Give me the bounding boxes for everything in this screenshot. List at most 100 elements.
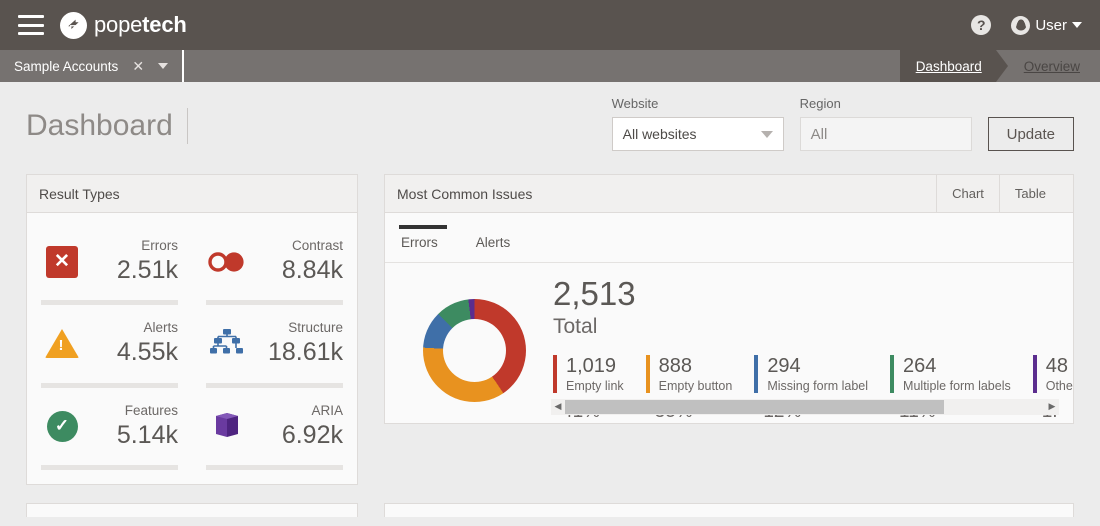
result-type-label: Features: [124, 402, 178, 418]
lower-panels-row: [0, 502, 1100, 517]
region-input[interactable]: All: [799, 117, 972, 151]
region-field: Region All: [799, 96, 972, 151]
result-type-label: Errors: [141, 238, 178, 253]
region-label: Region: [799, 96, 841, 111]
website-select-value: All websites: [622, 126, 697, 142]
result-type-label: Structure: [288, 320, 343, 336]
breadcrumb-overview-label: Overview: [1023, 58, 1080, 74]
hamburger-icon[interactable]: [18, 15, 44, 35]
account-tab-sample-accounts[interactable]: Sample Accounts ✕: [0, 50, 185, 82]
tab-strip: Sample Accounts ✕ Dashboard Overview: [0, 50, 1100, 82]
divider: [41, 464, 178, 470]
issue-stat-label: Other: [1045, 378, 1073, 393]
brand-logo[interactable]: popetech: [60, 11, 187, 39]
most-common-issues-header: Most Common Issues Chart Table: [385, 175, 1073, 213]
page-title: Dashboard: [26, 108, 188, 144]
page-header: Dashboard Website All websites Region Al…: [0, 82, 1100, 174]
user-menu[interactable]: User: [1011, 15, 1082, 35]
scrollbar-track[interactable]: [565, 399, 1045, 414]
website-label: Website: [611, 96, 659, 111]
result-types-header: Result Types: [27, 175, 357, 213]
result-type-label: Alerts: [143, 320, 178, 336]
result-type-label: Contrast: [291, 238, 343, 253]
website-select[interactable]: All websites: [611, 117, 784, 151]
table-view-button[interactable]: Table: [998, 175, 1061, 212]
user-menu-label: User: [1035, 16, 1067, 34]
result-types-title: Result Types: [39, 185, 120, 202]
breadcrumb: Dashboard Overview: [899, 50, 1100, 82]
breadcrumb-dashboard-label: Dashboard: [915, 58, 982, 74]
scrollbar-thumb[interactable]: [565, 399, 945, 414]
result-type-value: 6.92k: [281, 420, 343, 449]
chevron-down-icon: [1072, 22, 1082, 28]
brand-light-text: pope: [94, 12, 143, 37]
tab-errors[interactable]: Errors: [399, 225, 447, 262]
result-type-aria[interactable]: ARIA 6.92k: [192, 388, 343, 470]
top-bar: popetech ? User: [0, 0, 1100, 50]
website-field: Website All websites: [611, 96, 784, 151]
feature-check-icon: ✓: [41, 405, 83, 447]
issue-stat-bar: 264 Multiple form labels: [890, 354, 1011, 393]
issue-type-tabs: Errors Alerts: [385, 213, 1073, 263]
total-block: 2,513 Total: [553, 275, 1073, 339]
help-icon[interactable]: ?: [971, 15, 992, 35]
chart-view-button[interactable]: Chart: [936, 175, 999, 212]
issue-stat-label: Empty link: [566, 378, 624, 393]
chevron-down-icon[interactable]: [158, 63, 169, 69]
result-type-contrast[interactable]: Contrast 8.84k: [192, 223, 343, 306]
close-icon[interactable]: ✕: [132, 58, 144, 75]
issue-stat-bar: 888 Empty button: [645, 354, 733, 393]
total-label: Total: [553, 314, 598, 338]
update-button[interactable]: Update: [987, 117, 1074, 151]
issue-stat-count: 888: [658, 354, 693, 377]
dashboard-content: Result Types ✕ Errors 2.51k Contrast 8.8…: [0, 174, 1100, 485]
donut-chart: [422, 299, 526, 402]
tab-alerts-label: Alerts: [475, 235, 511, 250]
horizontal-scrollbar[interactable]: ◀ ▶: [551, 398, 1059, 415]
result-type-value: 2.51k: [116, 256, 178, 284]
result-type-label: ARIA: [311, 402, 343, 418]
account-tab-label: Sample Accounts: [14, 58, 119, 74]
issues-chart-body: 2,513Total 1,019Empty link41%888Empty bu…: [385, 263, 1073, 423]
breadcrumb-item-overview[interactable]: Overview: [1008, 50, 1100, 82]
result-type-structure[interactable]: Structure 18.61k: [192, 305, 343, 388]
scroll-left-arrow-icon[interactable]: ◀: [551, 401, 565, 412]
scroll-right-arrow-icon[interactable]: ▶: [1045, 401, 1059, 412]
region-input-value: All: [810, 125, 828, 143]
breadcrumb-item-dashboard[interactable]: Dashboard: [899, 50, 1008, 82]
chevron-down-icon: [760, 130, 773, 138]
lower-panel-right: [384, 502, 1074, 517]
top-bar-actions: ? User: [971, 15, 1082, 35]
alert-triangle-icon: [41, 323, 83, 365]
error-x-icon: ✕: [41, 241, 83, 283]
popetech-mark-icon: [60, 11, 87, 39]
result-type-value: 8.84k: [281, 256, 343, 284]
issue-stat-bar: 1,019 Empty link: [553, 354, 624, 393]
issue-stat-label: Multiple form labels: [903, 378, 1011, 393]
issue-stat-bar: 48Other: [1032, 354, 1073, 393]
result-type-alerts[interactable]: Alerts 4.55k: [41, 305, 192, 388]
issue-stat-count: 264: [903, 354, 937, 377]
brand-bold-text: tech: [142, 12, 187, 37]
contrast-circles-icon: [206, 241, 248, 283]
issue-stat-count: 294: [767, 354, 801, 377]
aria-cube-icon: [206, 405, 248, 447]
most-common-issues-panel: Most Common Issues Chart Table Errors Al…: [384, 174, 1074, 424]
issue-stat-label: Empty button: [658, 378, 733, 393]
brand-wordmark: popetech: [94, 12, 187, 38]
result-type-value: 18.61k: [267, 338, 343, 367]
user-avatar-icon: [1011, 15, 1031, 35]
tab-errors-label: Errors: [401, 235, 438, 250]
result-types-panel: Result Types ✕ Errors 2.51k Contrast 8.8…: [26, 174, 358, 485]
filter-controls: Website All websites Region All Update: [611, 82, 1074, 151]
issue-stat-label: Missing form label: [767, 378, 869, 393]
lower-panel-left: [26, 502, 358, 517]
view-toggle-group: Chart Table: [936, 175, 1061, 212]
issue-stat-bar: 294 Missing form label: [754, 354, 869, 393]
result-type-errors[interactable]: ✕ Errors 2.51k: [41, 223, 192, 306]
structure-tree-icon: [206, 323, 248, 365]
tab-alerts[interactable]: Alerts: [474, 225, 513, 262]
result-type-features[interactable]: ✓ Features 5.14k: [41, 388, 192, 470]
donut-chart-container: [399, 275, 549, 423]
divider: [206, 464, 343, 470]
